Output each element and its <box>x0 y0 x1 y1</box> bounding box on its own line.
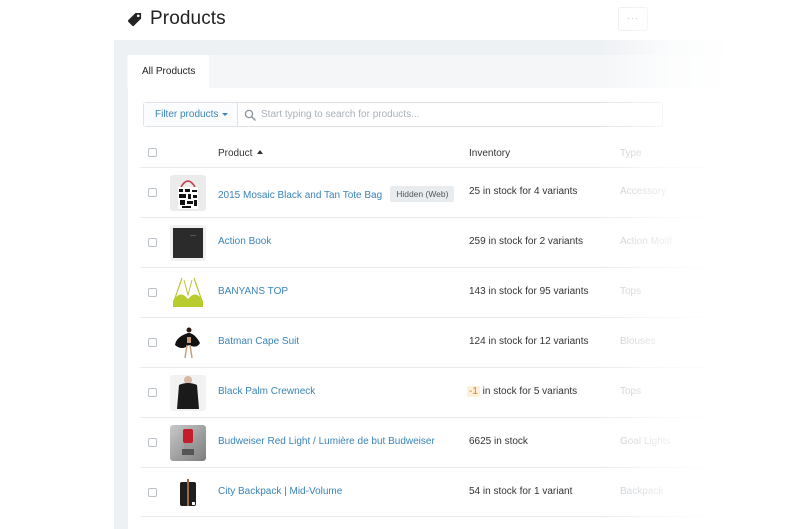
table-row: Black Palm Crewneck -1 in stock for 5 va… <box>140 367 800 417</box>
row-checkbox[interactable] <box>148 338 157 347</box>
inventory-suffix: in stock for 1 variant <box>480 486 573 497</box>
type-cell: Tops <box>620 286 642 297</box>
table-row: City Backpack | Mid-Volume 54 in stock f… <box>140 467 800 517</box>
row-checkbox[interactable] <box>148 388 157 397</box>
inventory-suffix: in stock for 2 variants <box>485 236 583 247</box>
product-link[interactable]: Batman Cape Suit <box>218 336 299 347</box>
tab-all-products[interactable]: All Products <box>128 55 209 89</box>
inventory-suffix: in stock for 12 variants <box>485 336 589 347</box>
caret-down-icon <box>222 113 229 116</box>
product-thumbnail-bikini-top[interactable] <box>170 275 206 311</box>
table-row: 2015 Mosaic Black and Tan Tote Bag Hidden… <box>140 167 800 217</box>
select-all-checkbox[interactable] <box>148 148 157 157</box>
inventory-count: 143 <box>469 286 486 297</box>
inventory-cell: -1 in stock for 5 variants <box>467 386 578 397</box>
product-link[interactable]: BANYANS TOP <box>218 286 288 297</box>
search-icon <box>244 109 256 121</box>
row-checkbox[interactable] <box>148 288 157 297</box>
row-checkbox[interactable] <box>148 188 157 197</box>
hidden-badge: Hidden (Web) <box>390 186 455 202</box>
inventory-cell: 54 in stock for 1 variant <box>469 486 572 497</box>
page-title-group: Products <box>127 8 226 30</box>
page-title: Products <box>150 8 226 29</box>
row-checkbox[interactable] <box>148 488 157 497</box>
product-thumbnail-cape-suit[interactable] <box>170 325 206 361</box>
product-thumbnail-book[interactable] <box>170 225 206 261</box>
search-wrap <box>238 103 662 126</box>
column-header-type[interactable]: Type <box>620 148 642 159</box>
row-checkbox[interactable] <box>148 438 157 447</box>
inventory-count: 25 <box>469 186 481 197</box>
column-header-product-label: Product <box>218 148 253 159</box>
filter-bar: Filter products <box>143 102 663 127</box>
type-cell: Blouses <box>620 336 656 347</box>
product-thumbnail-backpack[interactable] <box>170 475 206 511</box>
tag-icon <box>127 12 142 26</box>
inventory-suffix: in stock <box>491 436 528 447</box>
table-row: BANYANS TOP 143 in stock for 95 variants… <box>140 267 800 317</box>
product-link[interactable]: Budweiser Red Light / Lumière de but Bud… <box>218 436 435 447</box>
table-row: Action Book 259 in stock for 2 variants … <box>140 217 800 267</box>
inventory-cell: 25 in stock for 4 variants <box>469 186 577 197</box>
search-input[interactable] <box>261 109 641 120</box>
page-header: Products ··· <box>0 0 800 40</box>
tab-bar <box>127 55 800 88</box>
column-header-inventory[interactable]: Inventory <box>469 148 510 159</box>
sort-ascending-icon <box>257 150 264 154</box>
inventory-suffix: in stock for 95 variants <box>485 286 589 297</box>
product-thumbnail-tote-bag[interactable] <box>170 175 206 211</box>
type-cell: Backpack <box>620 486 664 497</box>
product-name[interactable]: 2015 Mosaic Black and Tan Tote Bag <box>218 190 382 201</box>
type-cell: Action Motif <box>620 236 673 247</box>
type-cell: Goal Lights <box>620 436 671 447</box>
product-link[interactable]: 2015 Mosaic Black and Tan Tote Bag Hidden… <box>218 186 455 202</box>
filter-products-label: Filter products <box>155 109 219 120</box>
inventory-cell: 259 in stock for 2 variants <box>469 236 583 247</box>
table-row: Budweiser Red Light / Lumière de but Bud… <box>140 417 800 467</box>
inventory-cell: 124 in stock for 12 variants <box>469 336 589 347</box>
inventory-count: 6625 <box>469 436 492 447</box>
more-actions-button[interactable]: ··· <box>618 7 648 31</box>
type-cell: Accessory <box>620 186 667 197</box>
inventory-suffix: in stock for 5 variants <box>479 386 578 397</box>
table-row: Batman Cape Suit 124 in stock for 12 var… <box>140 317 800 367</box>
row-checkbox[interactable] <box>148 238 157 247</box>
inventory-count: 259 <box>469 236 486 247</box>
filter-products-button[interactable]: Filter products <box>144 103 238 126</box>
inventory-cell: 143 in stock for 95 variants <box>469 286 589 297</box>
inventory-count: 54 <box>469 486 481 497</box>
product-thumbnail-goal-light[interactable] <box>170 425 206 461</box>
column-header-product[interactable]: Product <box>218 148 264 159</box>
product-link[interactable]: Action Book <box>218 236 271 247</box>
table-header: Product Inventory Type <box>128 142 800 168</box>
inventory-count: 124 <box>469 336 486 347</box>
product-link[interactable]: City Backpack | Mid-Volume <box>218 486 342 497</box>
product-thumbnail-crewneck[interactable] <box>170 375 206 411</box>
inventory-suffix: in stock for 4 variants <box>480 186 578 197</box>
inventory-cell: 6625 in stock <box>469 436 528 447</box>
product-link[interactable]: Black Palm Crewneck <box>218 386 315 397</box>
type-cell: Tops <box>620 386 642 397</box>
negative-inventory-count: -1 <box>467 386 480 397</box>
